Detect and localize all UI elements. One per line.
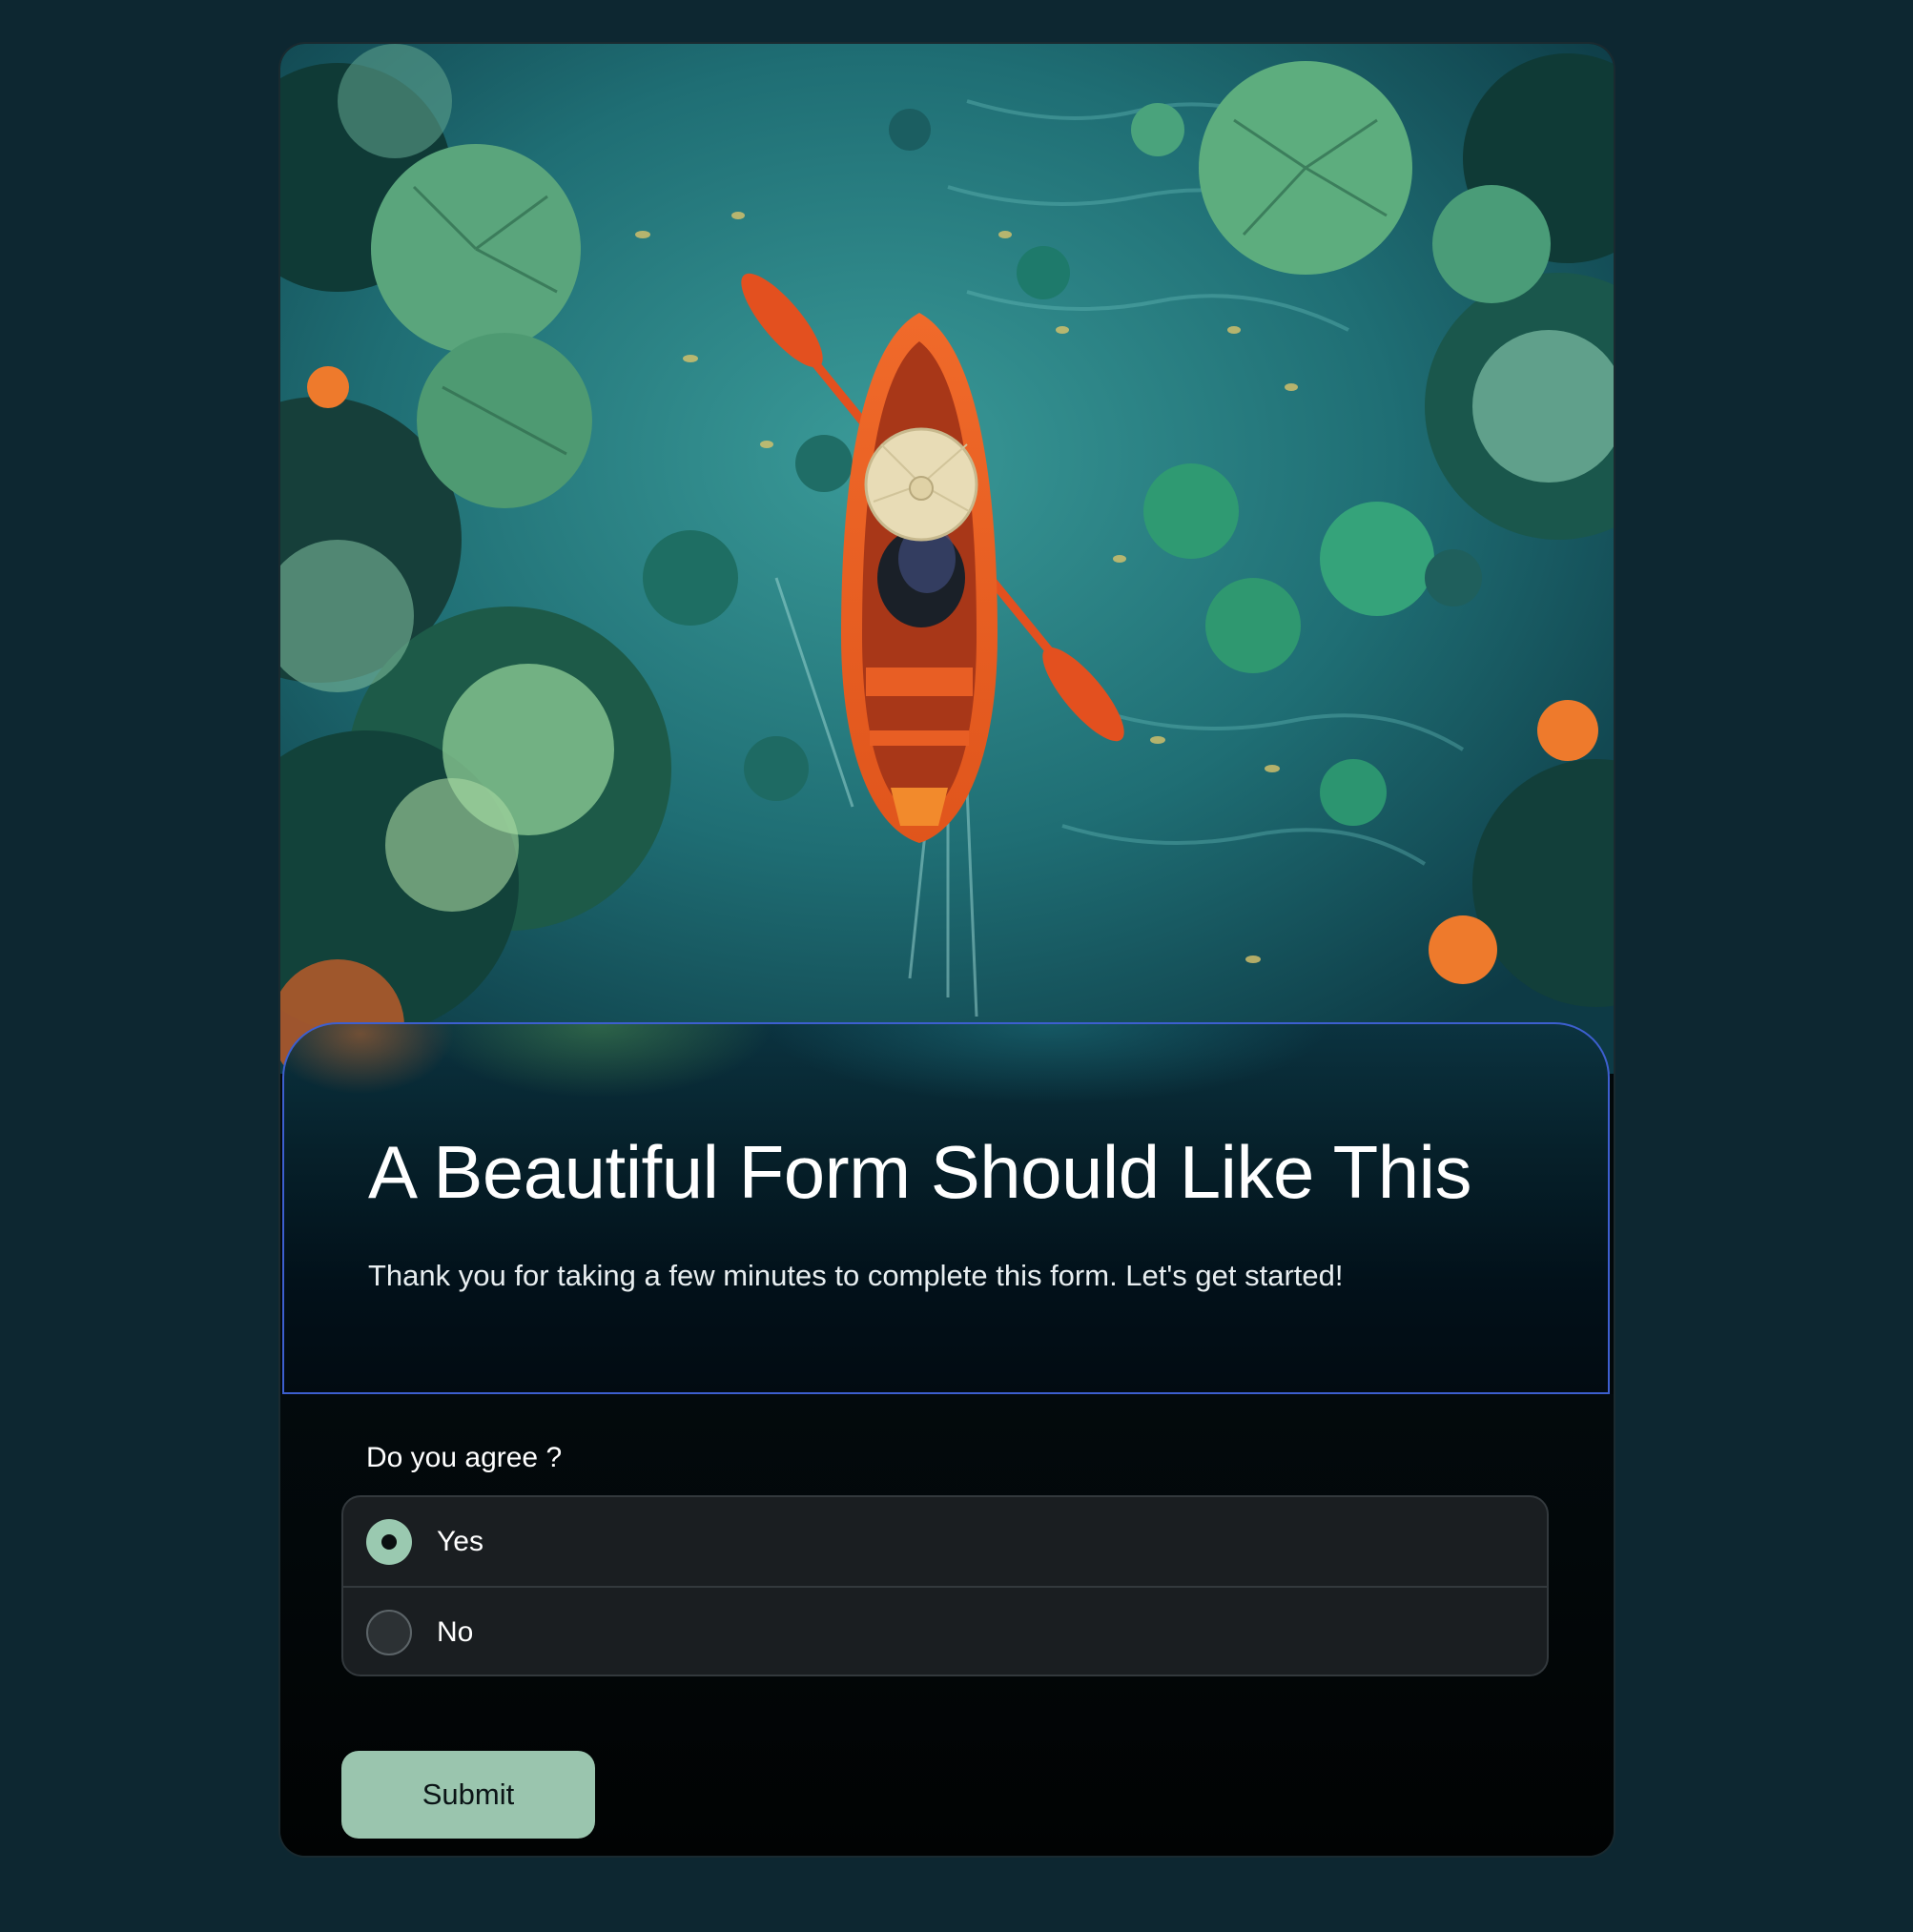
form-card: A Beautiful Form Should Like This Thank …: [280, 44, 1614, 1856]
submit-button[interactable]: Submit: [341, 1751, 595, 1839]
form-body: Do you agree ? Yes No Submit: [280, 1394, 1614, 1856]
form-description: Thank you for taking a few minutes to co…: [368, 1259, 1344, 1292]
form-title: A Beautiful Form Should Like This: [368, 1130, 1472, 1214]
radio-option-yes[interactable]: Yes: [343, 1497, 1547, 1586]
question-label: Do you agree ?: [366, 1442, 563, 1473]
radio-button-checked[interactable]: [366, 1518, 412, 1565]
radio-option-label: No: [437, 1615, 474, 1648]
radio-button-unchecked[interactable]: [366, 1609, 412, 1655]
radio-group-agree: Yes No: [341, 1495, 1549, 1676]
radio-option-no[interactable]: No: [343, 1586, 1547, 1675]
form-header: A Beautiful Form Should Like This Thank …: [282, 1022, 1610, 1394]
hero-illustration: [280, 44, 1614, 1074]
radio-option-label: Yes: [437, 1525, 483, 1557]
